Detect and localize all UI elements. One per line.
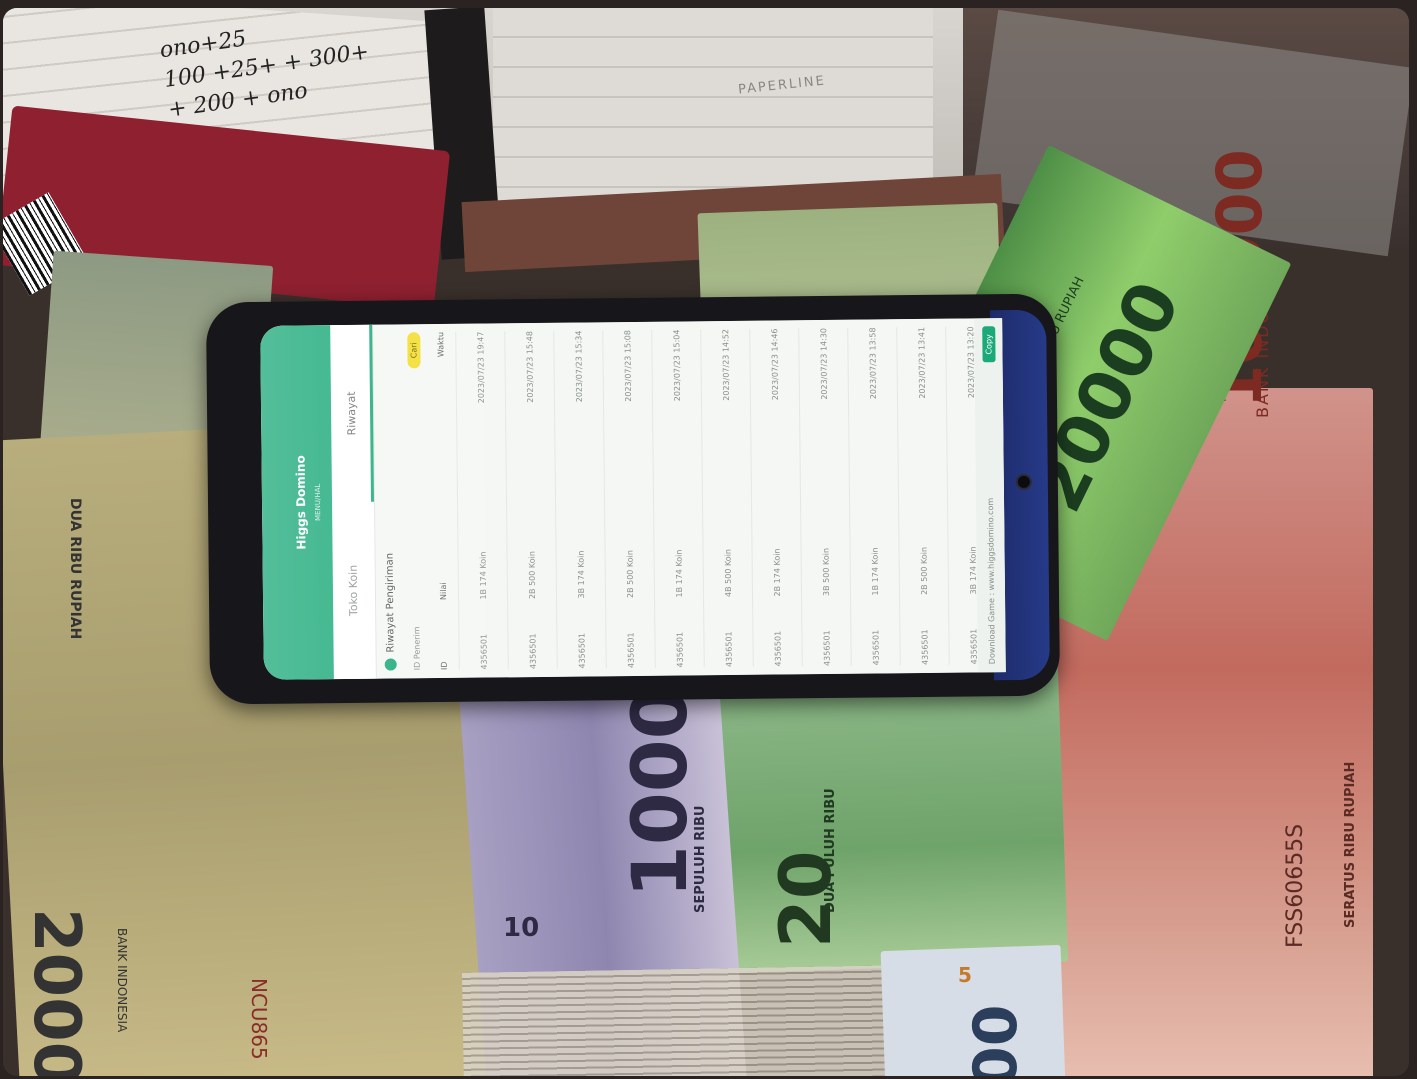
table-cell: 2023/07/23 13:58	[867, 327, 878, 400]
table-cell: 3B 174 Koin	[576, 550, 586, 599]
tab-bar: Toko Koin Riwayat	[330, 324, 377, 680]
history-table: ID Nilai Waktu 4356501 1B 174 Koin 2023/07…	[425, 318, 1006, 678]
table-cell: 2B 500 Koin	[625, 550, 635, 599]
download-link[interactable]: Download Game : www.higgsdomino.com	[986, 498, 997, 664]
banknote-orange-digit: 5	[958, 963, 972, 987]
table-cell: 2023/07/23 14:52	[720, 328, 731, 401]
banknote-small-value: 10	[503, 913, 540, 943]
table-cell: 4356501	[821, 630, 832, 667]
table-cell: 1B 174 Koin	[674, 549, 684, 598]
table-cell: 4356501	[576, 632, 587, 669]
app-footer: Download Game : www.higgsdomino.com Copy	[974, 318, 1006, 673]
table-cell: 4356501	[772, 630, 783, 667]
table-row: 4356501 2B 500 Koin 2023/07/23 15:48	[505, 330, 558, 670]
table-cell: 2B 174 Koin	[772, 548, 782, 597]
banknote-2000-bank: BANK INDONESIA	[115, 928, 129, 1033]
copy-button[interactable]: Copy	[981, 326, 996, 363]
banknote-100000-serial: FSS60655S	[1283, 823, 1308, 948]
table-row: 4356501 2B 174 Koin 2023/07/23 14:46	[750, 328, 803, 667]
table-cell: 1B 174 Koin	[478, 551, 488, 600]
table-row: 4356501 1B 174 Koin 2023/07/23 15:04	[652, 329, 705, 668]
table-row: 4356501 3B 500 Koin 2023/07/23 14:30	[799, 327, 852, 667]
phone-screen: MENU/HAL Higgs Domino Toko Koin Riwayat …	[260, 318, 1006, 680]
table-cell: 2B 500 Koin	[527, 551, 537, 600]
column-header: Waktu	[435, 331, 446, 358]
notebook-right-page	[493, 8, 933, 203]
banknote-100000-words: SERATUS RIBU RUPIAH	[1343, 761, 1358, 928]
table-row: 4356501 2B 500 Koin 2023/07/23 15:08	[603, 329, 656, 669]
table-cell: 4B 500 Koin	[723, 548, 733, 598]
banknote-20000-lower-words: DUA PULUH RIBU	[823, 788, 838, 913]
app-view: MENU/HAL Higgs Domino Toko Koin Riwayat …	[260, 318, 1006, 680]
photo-frame: ono+25 100 +25+ + 300+ + 200 + ono PAPER…	[3, 8, 1409, 1076]
app-subtitle: MENU/HAL	[313, 483, 323, 521]
column-header: Nilai	[438, 582, 448, 601]
table-cell: 2023/07/23 15:34	[573, 330, 584, 403]
section-header: Riwayat Pengiriman	[373, 324, 405, 678]
table-cell: 4356501	[723, 631, 734, 668]
table-cell: 2023/07/23 15:08	[622, 330, 633, 402]
table-cell: 2023/07/23 13:41	[916, 326, 927, 399]
tab-riwayat[interactable]: Riwayat	[330, 324, 375, 503]
banknote-10000-words: SEPULUH RIBU	[693, 805, 708, 913]
filter-label[interactable]: ID Penerim	[412, 626, 421, 670]
banknote-2000-words: DUA RIBU RUPIAH	[67, 498, 83, 640]
table-cell: 2023/07/23 15:48	[524, 331, 535, 403]
table-cell: 3B 500 Koin	[821, 547, 831, 597]
table-cell: 4356501	[919, 629, 930, 666]
history-icon	[384, 658, 397, 671]
table-cell: 2023/07/23 19:47	[475, 331, 486, 404]
table-header: ID Nilai Waktu	[425, 331, 460, 671]
table-cell: 2023/07/23 15:04	[671, 329, 682, 402]
table-row: 4356501 1B 174 Koin 2023/07/23 13:58	[848, 327, 901, 666]
table-cell: 4356501	[870, 629, 881, 666]
filter-row: ID Penerim Cari	[401, 324, 429, 678]
smartphone: MENU/HAL Higgs Domino Toko Koin Riwayat …	[205, 293, 1061, 705]
table-cell: 4356501	[674, 631, 685, 668]
table-cell: 4356501	[625, 632, 636, 669]
column-header: ID	[439, 661, 449, 671]
banknote-2000-serial: NCU865	[247, 978, 271, 1060]
section-title: Riwayat Pengiriman	[384, 552, 397, 653]
banknote-10000-value: 1000	[615, 686, 704, 898]
table-cell: 4356501	[527, 633, 538, 670]
app-title: Higgs Domino	[293, 455, 309, 550]
table-cell: 2023/07/23 14:46	[769, 328, 780, 401]
table-cell: 4356501	[478, 633, 489, 670]
banknote-2000-value: 2000	[19, 908, 93, 1076]
table-row: 4356501 3B 174 Koin 2023/07/23 15:34	[554, 330, 607, 669]
app-header: MENU/HAL Higgs Domino	[260, 325, 334, 680]
camera-icon	[1015, 473, 1032, 490]
tab-toko-koin[interactable]: Toko Koin	[332, 502, 376, 679]
search-button[interactable]: Cari	[406, 332, 421, 369]
table-cell: 2023/07/23 14:30	[818, 327, 829, 400]
banknote-blue-value: 00	[961, 1004, 1031, 1077]
table-row: 4356501 2B 500 Koin 2023/07/23 13:41	[897, 326, 950, 666]
table-cell: 1B 174 Koin	[870, 547, 880, 596]
table-row: 4356501 4B 500 Koin 2023/07/23 14:52	[701, 328, 754, 668]
table-cell: 2B 500 Koin	[919, 546, 929, 596]
banknote-20000-lower	[697, 661, 1069, 975]
table-row: 4356501 1B 174 Koin 2023/07/23 19:47	[456, 331, 509, 670]
table-body: 4356501 1B 174 Koin 2023/07/23 19:47 435650…	[456, 325, 1006, 670]
